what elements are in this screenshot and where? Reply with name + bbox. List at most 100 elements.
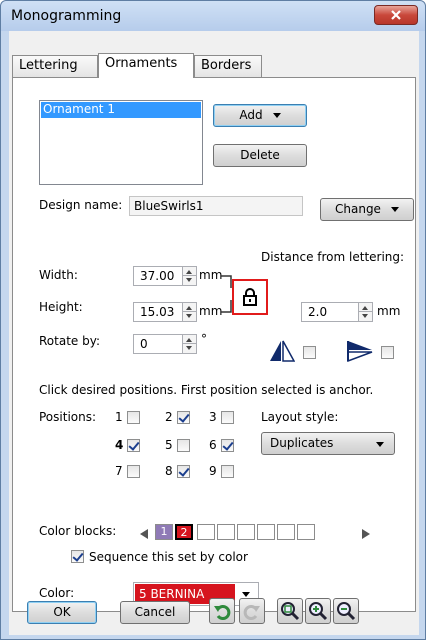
color-blocks-label: Color blocks: bbox=[39, 524, 117, 538]
sequence-by-color-label: Sequence this set by color bbox=[89, 550, 248, 564]
position-8-label: 8 bbox=[165, 464, 173, 478]
position-2-label: 2 bbox=[165, 410, 173, 424]
arrow-right-icon[interactable] bbox=[361, 528, 371, 540]
design-name-label: Design name: bbox=[39, 198, 123, 212]
position-2-checkbox[interactable] bbox=[177, 411, 190, 424]
tab-borders-label: Borders bbox=[201, 58, 252, 73]
width-label: Width: bbox=[39, 268, 78, 282]
tab-ornaments[interactable]: Ornaments bbox=[98, 53, 194, 78]
ornament-list[interactable]: Ornament 1 bbox=[39, 100, 203, 185]
add-button[interactable]: Add bbox=[213, 104, 307, 127]
ok-button[interactable]: OK bbox=[27, 601, 97, 624]
position-5-label: 5 bbox=[165, 438, 173, 452]
aspect-lock-button[interactable] bbox=[232, 279, 268, 315]
redo-button[interactable] bbox=[239, 598, 265, 624]
distance-value: 2.0 bbox=[308, 305, 328, 319]
color-block-2[interactable]: 2 bbox=[175, 524, 193, 540]
height-spinner[interactable] bbox=[182, 303, 196, 321]
cancel-button[interactable]: Cancel bbox=[120, 601, 190, 624]
position-1-label: 1 bbox=[115, 410, 123, 424]
close-icon bbox=[391, 10, 401, 20]
position-3-checkbox[interactable] bbox=[221, 411, 234, 424]
zoom-fit-button[interactable] bbox=[277, 598, 303, 624]
color-block-empty[interactable] bbox=[257, 524, 275, 540]
color-block-empty[interactable] bbox=[277, 524, 295, 540]
color-block-empty[interactable] bbox=[197, 524, 215, 540]
mirror-vertical-icon[interactable] bbox=[347, 340, 373, 362]
positions-instruction: Click desired positions. First position … bbox=[39, 383, 374, 397]
tab-borders[interactable]: Borders bbox=[194, 55, 262, 77]
position-4-label: 4 bbox=[115, 438, 124, 452]
tab-ornaments-label: Ornaments bbox=[105, 56, 178, 71]
chevron-down-icon bbox=[390, 207, 399, 212]
add-button-label: Add bbox=[239, 108, 263, 122]
title-bar[interactable]: Monogramming bbox=[1, 1, 425, 31]
position-6-label: 6 bbox=[209, 438, 217, 452]
position-8-checkbox[interactable] bbox=[177, 465, 190, 478]
position-3-label: 3 bbox=[209, 410, 217, 424]
height-unit: mm bbox=[199, 304, 223, 318]
rotate-input[interactable]: 0 bbox=[133, 334, 197, 354]
undo-button[interactable] bbox=[209, 598, 235, 624]
mirror-horizontal-icon[interactable] bbox=[269, 340, 295, 362]
lock-icon bbox=[243, 288, 257, 306]
height-value: 15.03 bbox=[140, 305, 175, 319]
tab-lettering-label: Lettering bbox=[19, 58, 78, 73]
color-block-empty[interactable] bbox=[297, 524, 315, 540]
zoom-out-button[interactable] bbox=[333, 598, 359, 624]
color-block-empty[interactable] bbox=[237, 524, 255, 540]
width-input[interactable]: 37.00 bbox=[133, 266, 197, 286]
monogramming-window: Monogramming Lettering Ornaments Borders… bbox=[0, 0, 426, 640]
change-button[interactable]: Change bbox=[320, 198, 414, 221]
delete-button[interactable]: Delete bbox=[213, 144, 307, 167]
zoom-in-icon bbox=[309, 602, 328, 621]
position-5-checkbox[interactable] bbox=[177, 439, 190, 452]
position-4-checkbox[interactable] bbox=[127, 439, 140, 452]
color-block-1[interactable]: 1 bbox=[155, 524, 173, 540]
positions-label: Positions: bbox=[39, 410, 97, 424]
width-unit: mm bbox=[199, 268, 223, 282]
redo-icon bbox=[243, 605, 260, 620]
height-input[interactable]: 15.03 bbox=[133, 302, 197, 322]
distance-unit: mm bbox=[377, 304, 401, 318]
rotate-value: 0 bbox=[140, 337, 148, 351]
position-9-checkbox[interactable] bbox=[221, 465, 234, 478]
sequence-by-color-checkbox[interactable] bbox=[71, 550, 84, 563]
position-7-checkbox[interactable] bbox=[127, 465, 140, 478]
close-button[interactable] bbox=[374, 5, 418, 25]
cancel-button-label: Cancel bbox=[134, 605, 176, 619]
color-block-2-label: 2 bbox=[180, 526, 188, 539]
mirror-horizontal-checkbox[interactable] bbox=[303, 346, 316, 359]
color-label: Color: bbox=[39, 586, 75, 600]
rotate-unit: ° bbox=[201, 332, 207, 346]
position-1-checkbox[interactable] bbox=[127, 411, 140, 424]
undo-icon bbox=[214, 605, 231, 620]
arrow-left-icon[interactable] bbox=[139, 528, 149, 540]
distance-input[interactable]: 2.0 bbox=[301, 302, 373, 322]
distance-spinner[interactable] bbox=[358, 303, 372, 321]
delete-button-label: Delete bbox=[240, 148, 280, 162]
zoom-out-icon bbox=[337, 602, 356, 621]
position-7-label: 7 bbox=[115, 464, 123, 478]
ornaments-panel: Ornament 1 Add Delete Design name: BlueS… bbox=[12, 77, 416, 612]
list-item[interactable]: Ornament 1 bbox=[41, 102, 201, 118]
design-name-field: BlueSwirls1 bbox=[129, 196, 303, 216]
color-blocks-strip: 1 2 bbox=[155, 524, 355, 542]
window-title: Monogramming bbox=[11, 8, 122, 24]
position-6-checkbox[interactable] bbox=[221, 439, 234, 452]
color-value: 5 BERNINA bbox=[139, 587, 205, 601]
zoom-fit-icon bbox=[281, 602, 300, 621]
tab-lettering[interactable]: Lettering bbox=[12, 55, 98, 77]
zoom-in-button[interactable] bbox=[305, 598, 331, 624]
mirror-vertical-checkbox[interactable] bbox=[381, 346, 394, 359]
position-9-label: 9 bbox=[209, 464, 217, 478]
layout-style-select[interactable]: Duplicates bbox=[261, 432, 395, 455]
chevron-down-icon bbox=[272, 113, 281, 118]
color-block-empty[interactable] bbox=[217, 524, 235, 540]
rotate-spinner[interactable] bbox=[182, 335, 196, 353]
dialog-body: Lettering Ornaments Borders Ornament 1 A… bbox=[9, 31, 419, 635]
color-block-1-label: 1 bbox=[160, 525, 168, 538]
height-label: Height: bbox=[39, 300, 83, 314]
change-button-label: Change bbox=[335, 202, 381, 216]
width-spinner[interactable] bbox=[182, 267, 196, 285]
